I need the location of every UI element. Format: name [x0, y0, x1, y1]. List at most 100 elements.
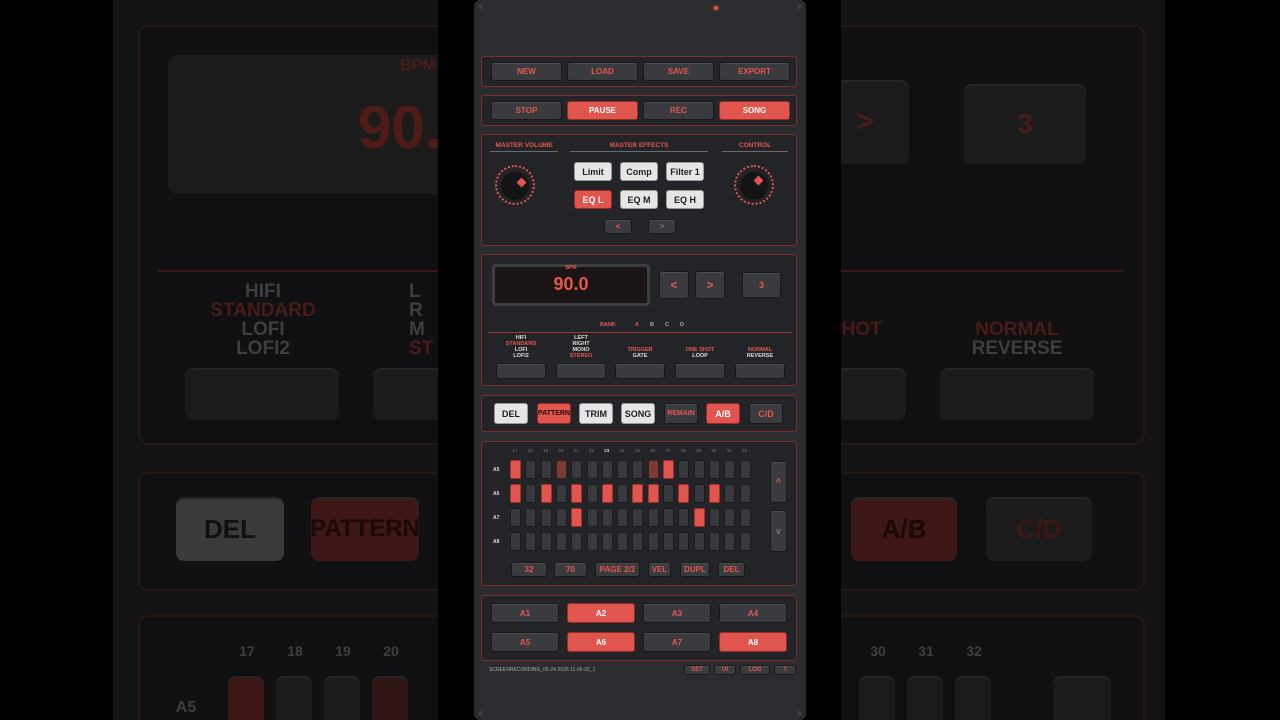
step-cell[interactable]: [739, 508, 751, 527]
step-cell[interactable]: [601, 532, 613, 551]
master-volume-knob[interactable]: [495, 165, 535, 205]
trim-button[interactable]: TRIM: [579, 403, 613, 424]
step-cell[interactable]: [555, 460, 567, 479]
del-button[interactable]: DEL: [494, 403, 528, 424]
direction-mode-button[interactable]: [735, 363, 785, 379]
step-cell[interactable]: [510, 460, 521, 479]
step-cell[interactable]: [739, 484, 751, 503]
step-cell[interactable]: [647, 508, 659, 527]
stop-button[interactable]: STOP: [491, 101, 562, 120]
scroll-down-button[interactable]: v: [770, 510, 787, 552]
step-cell[interactable]: [571, 532, 583, 551]
step-cell[interactable]: [525, 532, 537, 551]
step-cell[interactable]: [586, 532, 598, 551]
step-cell[interactable]: [693, 484, 705, 503]
fx-eqh-button[interactable]: EQ H: [666, 190, 704, 209]
scroll-up-button[interactable]: ^: [770, 461, 787, 503]
step-cell[interactable]: [708, 508, 720, 527]
step-cell[interactable]: [693, 508, 705, 527]
step-cell[interactable]: [663, 484, 674, 503]
step-cell[interactable]: [739, 460, 751, 479]
step-cell[interactable]: [510, 508, 521, 527]
bpm-increase-button[interactable]: >: [695, 271, 725, 299]
fx-comp-button[interactable]: Comp: [620, 162, 658, 181]
step-cell[interactable]: [663, 532, 674, 551]
help-button[interactable]: ?: [774, 665, 796, 675]
step-cell[interactable]: [663, 460, 674, 479]
step-cell[interactable]: [724, 508, 736, 527]
remain-button[interactable]: REMAIN: [664, 403, 698, 424]
pad-a8[interactable]: A8: [719, 632, 787, 652]
fx-limit-button[interactable]: Limit: [574, 162, 612, 181]
quality-mode-button[interactable]: [496, 363, 546, 379]
duplicate-button[interactable]: DUPL: [680, 562, 710, 577]
step-cell[interactable]: [617, 532, 629, 551]
load-button[interactable]: LOAD: [567, 62, 638, 81]
step-cell[interactable]: [571, 508, 583, 527]
seq-del-button[interactable]: DEL: [718, 562, 745, 577]
step-cell[interactable]: [540, 484, 552, 503]
step-cell[interactable]: [708, 484, 720, 503]
bank-a[interactable]: A: [635, 322, 639, 328]
step-cell[interactable]: [678, 460, 690, 479]
steps-count-button[interactable]: 32: [511, 562, 547, 577]
step-cell[interactable]: [510, 484, 521, 503]
bpm-decrease-button[interactable]: <: [659, 271, 689, 299]
step-cell[interactable]: [647, 460, 659, 479]
step-cell[interactable]: [724, 484, 736, 503]
step-cell[interactable]: [663, 508, 674, 527]
step-cell[interactable]: [525, 460, 537, 479]
fx-eqm-button[interactable]: EQ M: [620, 190, 658, 209]
trigger-mode-button[interactable]: [615, 363, 665, 379]
bank-b[interactable]: B: [650, 322, 654, 328]
channel-mode-button[interactable]: [556, 363, 606, 379]
step-cell[interactable]: [540, 460, 552, 479]
step-cell[interactable]: [555, 484, 567, 503]
save-button[interactable]: SAVE: [643, 62, 714, 81]
step-cell[interactable]: [571, 460, 583, 479]
step-cell[interactable]: [693, 460, 705, 479]
pad-a6[interactable]: A6: [567, 632, 635, 652]
step-cell[interactable]: [617, 460, 629, 479]
play-mode-button[interactable]: [675, 363, 725, 379]
step-cell[interactable]: [678, 508, 690, 527]
set-button[interactable]: SET: [684, 665, 710, 675]
step-cell[interactable]: [647, 484, 659, 503]
pad-a3[interactable]: A3: [643, 603, 711, 623]
step-cell[interactable]: [540, 532, 552, 551]
step-cell[interactable]: [678, 532, 690, 551]
step-cell[interactable]: [724, 532, 736, 551]
step-cell[interactable]: [586, 508, 598, 527]
step-cell[interactable]: [601, 484, 613, 503]
step-cell[interactable]: [708, 532, 720, 551]
new-button[interactable]: NEW: [491, 62, 562, 81]
step-cell[interactable]: [601, 460, 613, 479]
step-cell[interactable]: [632, 508, 644, 527]
step-cell[interactable]: [525, 484, 537, 503]
song-mode-button[interactable]: SONG: [719, 101, 790, 120]
fx-next-button[interactable]: >: [648, 219, 676, 234]
step-cell[interactable]: [632, 460, 644, 479]
song-button[interactable]: SONG: [621, 403, 655, 424]
step-cell[interactable]: [708, 460, 720, 479]
pad-a7[interactable]: A7: [643, 632, 711, 652]
step-cell[interactable]: [601, 508, 613, 527]
step-cell[interactable]: [586, 460, 598, 479]
step-cell[interactable]: [647, 532, 659, 551]
velocity-button[interactable]: VEL: [648, 562, 671, 577]
pause-button[interactable]: PAUSE: [567, 101, 638, 120]
fx-filter1-button[interactable]: Filter 1: [666, 162, 704, 181]
step-cell[interactable]: [632, 532, 644, 551]
step-cell[interactable]: [693, 532, 705, 551]
step-cell[interactable]: [555, 532, 567, 551]
step-cell[interactable]: [678, 484, 690, 503]
cd-button[interactable]: C/D: [749, 403, 783, 424]
bpm-count[interactable]: 3: [742, 272, 781, 298]
step-cell[interactable]: [571, 484, 583, 503]
pad-a4[interactable]: A4: [719, 603, 787, 623]
log-button[interactable]: LOG: [740, 665, 770, 675]
bank-c[interactable]: C: [665, 322, 669, 328]
fx-eql-button[interactable]: EQ L: [574, 190, 612, 209]
control-knob[interactable]: [734, 165, 774, 205]
step-cell[interactable]: [510, 532, 521, 551]
